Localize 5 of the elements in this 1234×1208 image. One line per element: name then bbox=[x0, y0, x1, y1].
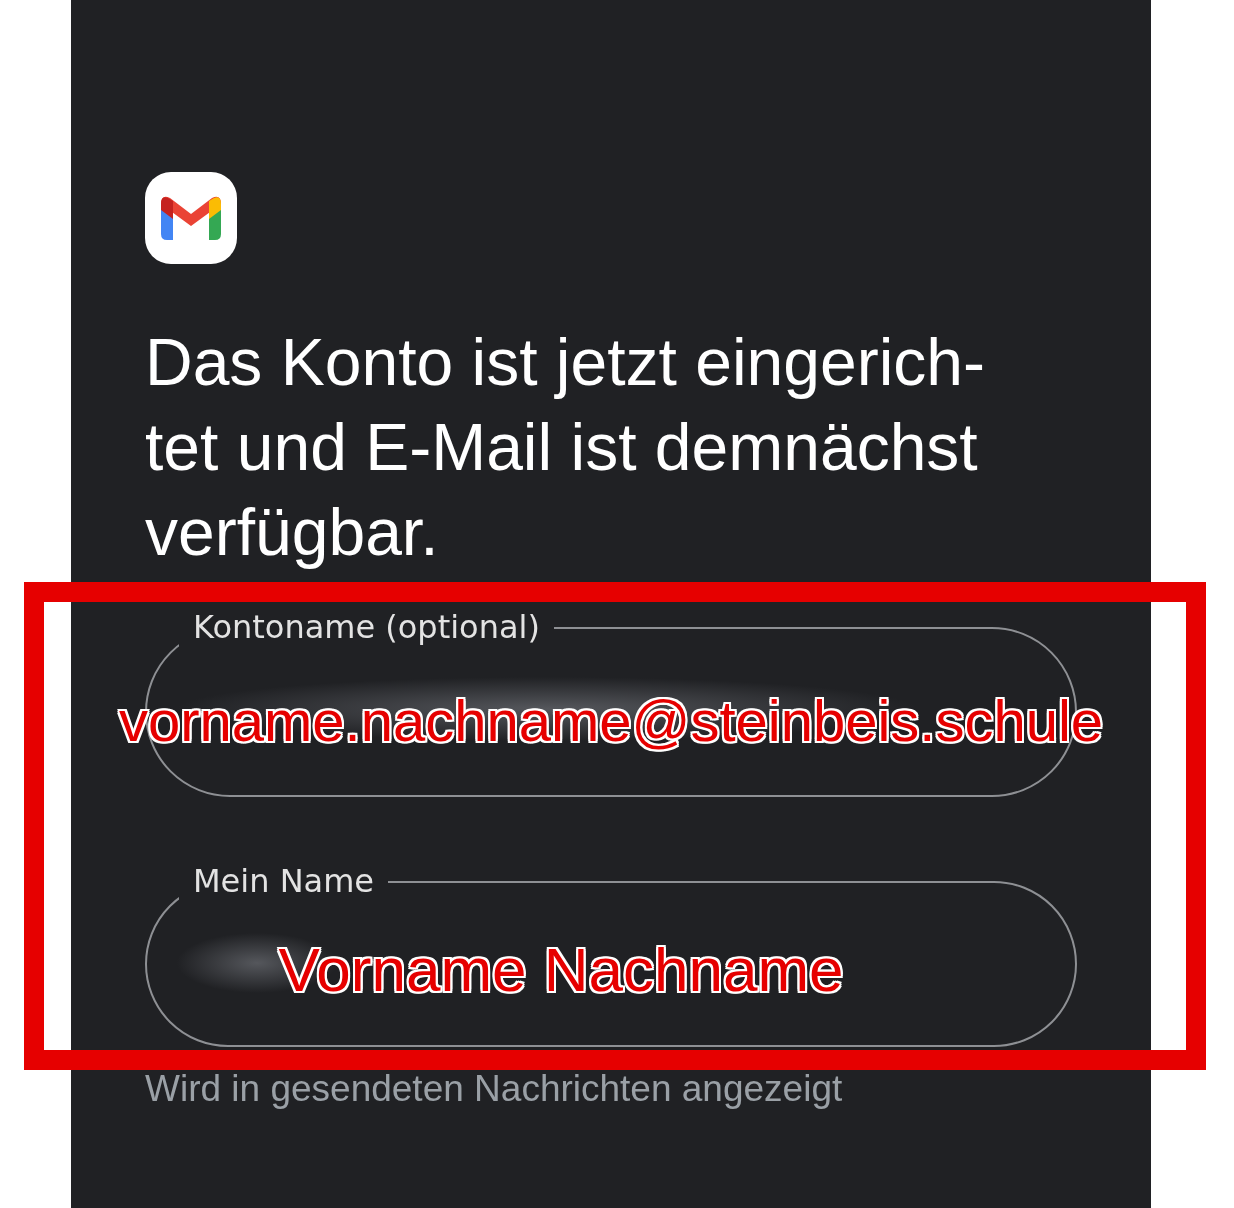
mail-app-icon bbox=[145, 172, 237, 264]
helper-text: Wird in gesendeten Nachrichten angezeigt bbox=[145, 1067, 844, 1111]
annotation-text: Vorname Nachname bbox=[278, 935, 844, 1005]
annotation-text: vorname.nachname@steinbeis.schule bbox=[118, 689, 1104, 753]
heading: Das Konto ist jetzt eingerich- tet und E-Mail ist demnächst verfügbar. bbox=[145, 324, 987, 571]
